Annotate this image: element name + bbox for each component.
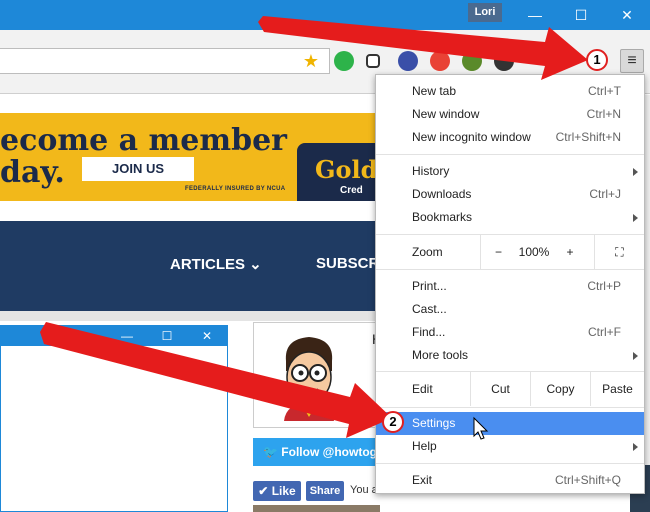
menu-item-downloads[interactable]: Downloads Ctrl+J xyxy=(376,183,644,206)
chevron-down-icon: ⌄ xyxy=(249,256,262,273)
inner-window-titlebar: — ☐ ✕ xyxy=(1,326,227,346)
user-profile-badge[interactable]: Lori xyxy=(468,3,502,22)
evernote-extension-icon[interactable] xyxy=(334,51,354,71)
brand-logo-subtext: Cred xyxy=(340,185,363,196)
menu-item-bookmarks[interactable]: Bookmarks xyxy=(376,206,644,229)
minimize-button[interactable]: — xyxy=(512,0,558,30)
submenu-arrow-icon xyxy=(633,214,638,222)
inner-maximize-button[interactable]: ☐ xyxy=(147,326,187,346)
callout-2: 2 xyxy=(382,411,404,433)
tab-extension-icon[interactable] xyxy=(366,54,380,68)
menu-item-more-tools[interactable]: More tools xyxy=(376,344,644,367)
inner-window: — ☐ ✕ xyxy=(0,325,228,512)
submenu-arrow-icon xyxy=(633,168,638,176)
site-nav-bar: ARTICLES ⌄ SUBSCRIB xyxy=(0,221,394,311)
menu-item-help[interactable]: Help xyxy=(376,435,644,458)
address-bar[interactable] xyxy=(0,48,330,74)
menu-item-print[interactable]: Print... Ctrl+P xyxy=(376,275,644,298)
menu-item-cast[interactable]: Cast... xyxy=(376,298,644,321)
paste-button[interactable]: Paste xyxy=(590,372,644,406)
menu-separator xyxy=(376,463,644,464)
zoom-in-button[interactable]: + xyxy=(552,235,588,269)
bookmark-star-icon[interactable]: ★ xyxy=(301,51,321,71)
menu-item-exit[interactable]: Exit Ctrl+Shift+Q xyxy=(376,469,644,492)
join-us-button[interactable]: JOIN US xyxy=(82,157,194,181)
twitter-follow-button[interactable]: 🐦 Follow @howtog xyxy=(253,438,380,466)
menu-item-settings[interactable]: Settings xyxy=(376,412,644,435)
copy-button[interactable]: Copy xyxy=(530,372,590,406)
submenu-arrow-icon xyxy=(633,352,638,360)
menu-item-new-window[interactable]: New window Ctrl+N xyxy=(376,103,644,126)
zoom-label: Zoom xyxy=(412,245,443,259)
inner-close-button[interactable]: ✕ xyxy=(187,326,227,346)
title-bar: Lori — ☐ ✕ xyxy=(0,0,650,30)
cartoon-avatar xyxy=(284,337,334,421)
banner-headline-1: ecome a member xyxy=(0,123,287,158)
twitter-bird-icon: 🐦 xyxy=(263,445,278,459)
info-extension-icon[interactable] xyxy=(494,51,514,71)
edit-label: Edit xyxy=(412,382,433,396)
ncua-disclaimer: FEDERALLY INSURED BY NCUA xyxy=(185,186,286,192)
menu-zoom-row: Zoom − 100% + ⛶ xyxy=(376,235,644,269)
facebook-like-button[interactable]: ✔ Like xyxy=(253,481,301,501)
chrome-extension-icon[interactable] xyxy=(430,51,450,71)
facebook-share-button[interactable]: Share xyxy=(306,481,344,501)
menu-item-new-incognito[interactable]: New incognito window Ctrl+Shift+N xyxy=(376,126,644,149)
divider xyxy=(0,311,380,321)
menu-separator xyxy=(376,269,644,270)
menu-item-new-tab[interactable]: New tab Ctrl+T xyxy=(376,80,644,103)
author-card: H xyxy=(253,322,382,428)
nav-articles[interactable]: ARTICLES ⌄ xyxy=(170,255,262,273)
cut-button[interactable]: Cut xyxy=(470,372,530,406)
chrome-menu-button[interactable]: ≡ xyxy=(620,49,644,73)
menu-item-find[interactable]: Find... Ctrl+F xyxy=(376,321,644,344)
leaf-extension-icon[interactable] xyxy=(462,51,482,71)
fullscreen-icon[interactable]: ⛶ xyxy=(594,235,644,269)
thumbs-up-icon: ✔ xyxy=(258,484,269,498)
inner-minimize-button[interactable]: — xyxy=(107,326,147,346)
zoom-out-button[interactable]: − xyxy=(480,235,516,269)
friend-avatars-strip xyxy=(253,505,380,512)
menu-separator xyxy=(376,407,644,408)
maximize-button[interactable]: ☐ xyxy=(558,0,604,30)
shield-extension-icon[interactable] xyxy=(398,51,418,71)
chrome-main-menu: New tab Ctrl+T New window Ctrl+N New incog… xyxy=(375,74,645,494)
menu-edit-row: Edit Cut Copy Paste xyxy=(376,372,644,406)
submenu-arrow-icon xyxy=(633,443,638,451)
menu-item-history[interactable]: History xyxy=(376,160,644,183)
menu-separator xyxy=(376,154,644,155)
callout-1: 1 xyxy=(586,49,608,71)
zoom-level: 100% xyxy=(518,245,550,259)
close-button[interactable]: ✕ xyxy=(604,0,650,30)
banner-headline-2: day. xyxy=(0,155,65,190)
